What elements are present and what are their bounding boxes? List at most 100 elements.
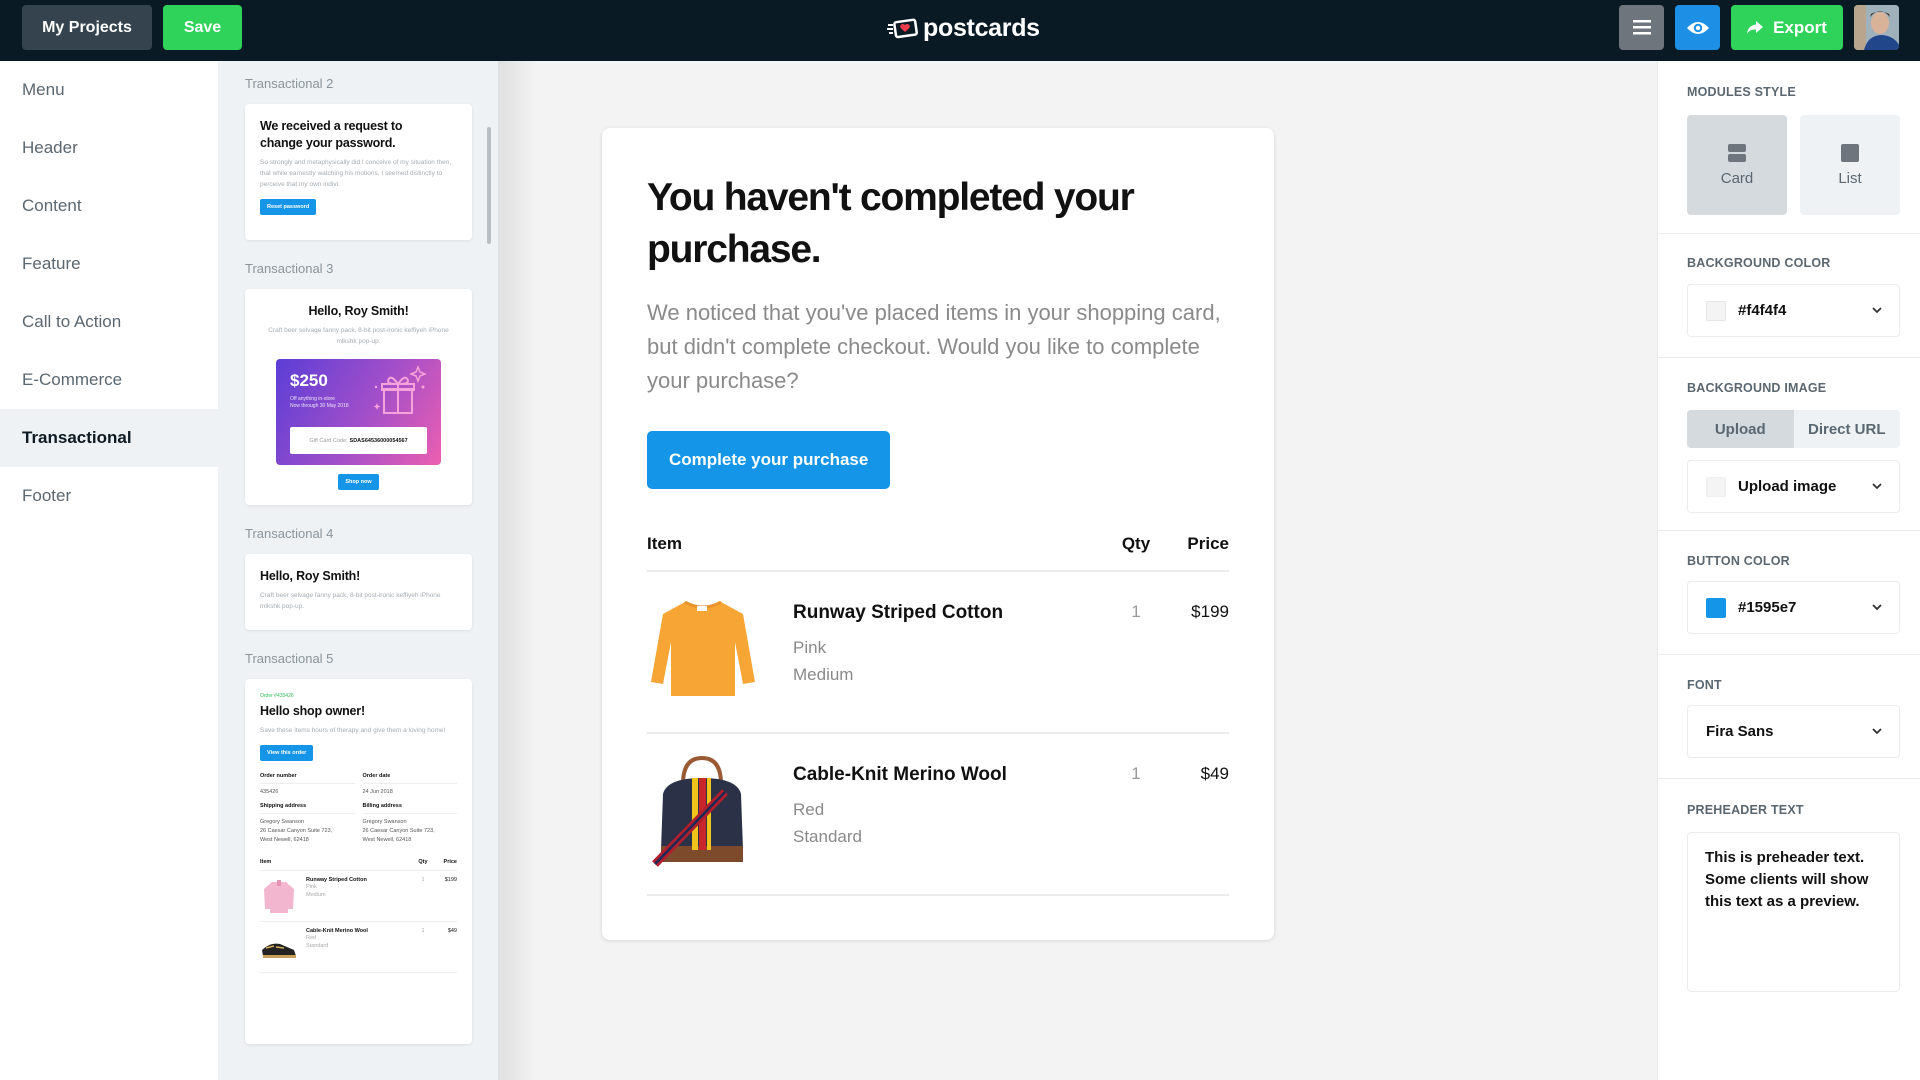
order-date-value: 24 Jun 2018 xyxy=(362,789,393,795)
logo-text: postcards xyxy=(923,13,1040,42)
order-tag: Order #435426 xyxy=(260,693,294,699)
postcard-heart-icon xyxy=(887,18,918,39)
tab-upload[interactable]: Upload xyxy=(1687,410,1794,448)
thumbnails-scrollbar[interactable] xyxy=(487,127,491,244)
email-body: We noticed that you've placed items in y… xyxy=(647,300,1221,393)
col-item: Item xyxy=(260,859,272,865)
preheader-text-label: PREHEADER TEXT xyxy=(1687,803,1804,817)
tab-direct-url[interactable]: Direct URL xyxy=(1794,410,1901,448)
product-name: Cable-Knit Merino Wool xyxy=(793,764,1007,785)
nav-item-feature[interactable]: Feature xyxy=(0,235,218,293)
complete-purchase-button[interactable]: Complete your purchase xyxy=(647,431,891,489)
product-qty: 1 xyxy=(1131,602,1141,621)
my-projects-button[interactable]: My Projects xyxy=(22,5,152,50)
col-price: Price xyxy=(1187,534,1229,553)
gift-code-value: SDAS64536000054567 xyxy=(349,437,408,444)
address-name: Gregory Swanson xyxy=(260,819,305,825)
save-button[interactable]: Save xyxy=(163,5,242,50)
category-sidebar: Menu Header Content Feature Call to Acti… xyxy=(0,61,218,1080)
mini-item-color: Red xyxy=(306,935,317,941)
export-button[interactable]: Export xyxy=(1731,5,1843,50)
menu-button[interactable] xyxy=(1619,5,1664,50)
pink-jacket-image xyxy=(264,880,294,913)
email-preview-card[interactable]: You haven't completed your purchase. We … xyxy=(602,128,1274,940)
mini-item-size: Medium xyxy=(306,892,326,898)
nav-item-footer[interactable]: Footer xyxy=(0,467,218,525)
background-color-select[interactable]: #f4f4f4 xyxy=(1687,284,1900,337)
button-color-select[interactable]: #1595e7 xyxy=(1687,581,1900,634)
preview-button[interactable] xyxy=(1675,5,1720,50)
nav-item-header[interactable]: Header xyxy=(0,119,218,177)
background-color-swatch xyxy=(1706,300,1726,321)
canvas-edge-shadow xyxy=(498,61,538,1080)
font-select[interactable]: Fira Sans xyxy=(1687,705,1900,758)
product-size: Medium xyxy=(793,665,854,684)
background-color-label: BACKGROUND COLOR xyxy=(1687,256,1831,270)
gift-subtext: Off anything in-store Now through 30 May… xyxy=(290,396,349,410)
nav-item-e-commerce[interactable]: E-Commerce xyxy=(0,351,218,409)
sneaker-image xyxy=(262,943,296,958)
product-price: $49 xyxy=(1200,764,1229,783)
gift-code-label: Gift Card Code: xyxy=(309,437,348,444)
style-list-option[interactable]: List xyxy=(1800,115,1900,215)
gift-amount: $250 xyxy=(290,371,328,390)
share-arrow-icon xyxy=(1747,21,1764,34)
nav-item-transactional[interactable]: Transactional xyxy=(0,409,218,467)
thumb-button: Reset password xyxy=(260,199,317,215)
thumb-card-transactional-2[interactable]: We received a request to change your pas… xyxy=(245,104,472,240)
upload-image-select[interactable]: Upload image xyxy=(1687,460,1900,513)
mini-item-size: Standard xyxy=(306,943,329,949)
thumb-body: Craft beer selvage fanny pack, 8-bit pos… xyxy=(268,327,449,345)
nav-item-call-to-action[interactable]: Call to Action xyxy=(0,293,218,351)
product-color: Pink xyxy=(793,638,827,657)
gift-sub-line-1: Off anything in-store xyxy=(290,396,335,402)
upload-image-label: Upload image xyxy=(1738,478,1837,495)
style-card-label: Card xyxy=(1720,169,1754,187)
address-name: Gregory Swanson xyxy=(362,819,407,825)
card-layout-icon xyxy=(1728,143,1746,162)
modules-style-section: MODULES STYLE Card List xyxy=(1658,61,1920,234)
thumb-card-transactional-3[interactable]: Hello, Roy Smith! Craft beer selvage fan… xyxy=(245,289,472,505)
thumb-card-transactional-4[interactable]: Hello, Roy Smith! Craft beer selvage fan… xyxy=(245,554,472,630)
thumb-button: View this order xyxy=(260,745,314,761)
mini-item-color: Pink xyxy=(306,884,317,890)
order-number-value: 435426 xyxy=(260,789,279,795)
col-price: Price xyxy=(443,859,457,865)
style-card-option[interactable]: Card xyxy=(1687,115,1787,215)
user-avatar[interactable] xyxy=(1854,5,1899,50)
orange-sweater-image xyxy=(651,600,755,696)
chevron-down-icon xyxy=(1872,307,1882,314)
thumb-label-transactional-3: Transactional 3 xyxy=(245,261,334,276)
preheader-text-input[interactable]: This is preheader text. Some clients wil… xyxy=(1687,832,1900,992)
nav-item-content[interactable]: Content xyxy=(0,177,218,235)
thumb-title: Hello, Roy Smith! xyxy=(260,569,361,583)
billing-address-label: Billing address xyxy=(362,803,457,814)
shipping-address-label: Shipping address xyxy=(260,803,355,814)
background-image-label: BACKGROUND IMAGE xyxy=(1687,381,1827,395)
thumb-button: Shop now xyxy=(338,474,379,490)
mini-table-row: Cable-Knit Merino Wool Red Standard 1 $4… xyxy=(260,922,457,973)
gift-box-icon xyxy=(373,365,427,414)
cart-table-header: Item Qty Price xyxy=(647,534,1229,572)
cart-row: Runway Striped Cotton Pink Medium 1 $199 xyxy=(647,572,1229,734)
thumb-body: Save these items hours of therapy and gi… xyxy=(260,727,446,734)
email-title: You haven't completed your purchase. xyxy=(647,176,1135,271)
chevron-down-icon xyxy=(1872,604,1882,611)
font-label: FONT xyxy=(1687,678,1722,692)
chevron-down-icon xyxy=(1872,728,1882,735)
thumb-card-transactional-5[interactable]: Order #435426 Hello shop owner! Save the… xyxy=(245,679,472,1044)
template-thumbnails-panel: Transactional 2 We received a request to… xyxy=(218,61,498,1080)
postcards-logo: postcards xyxy=(887,10,1040,46)
user-photo-icon xyxy=(1854,5,1899,50)
col-qty: Qty xyxy=(1121,534,1151,553)
thumb-title: Hello shop owner! xyxy=(260,704,365,718)
button-color-label: BUTTON COLOR xyxy=(1687,554,1790,568)
address-line-2: West Newell, 62418 xyxy=(362,837,412,843)
gift-sub-line-2: Now through 30 May 2018 xyxy=(290,403,349,409)
mini-item-price: $199 xyxy=(444,877,457,883)
nav-item-menu[interactable]: Menu xyxy=(0,61,218,119)
order-details-grid: Order number Order date 435426 24 Jun 20… xyxy=(260,773,457,851)
address-line-1: 26 Caesar Canyon Suite 723, xyxy=(362,828,435,834)
thumb-body: Craft beer selvage fanny pack, 8-bit pos… xyxy=(260,592,441,610)
mini-item-qty: 1 xyxy=(421,928,425,934)
